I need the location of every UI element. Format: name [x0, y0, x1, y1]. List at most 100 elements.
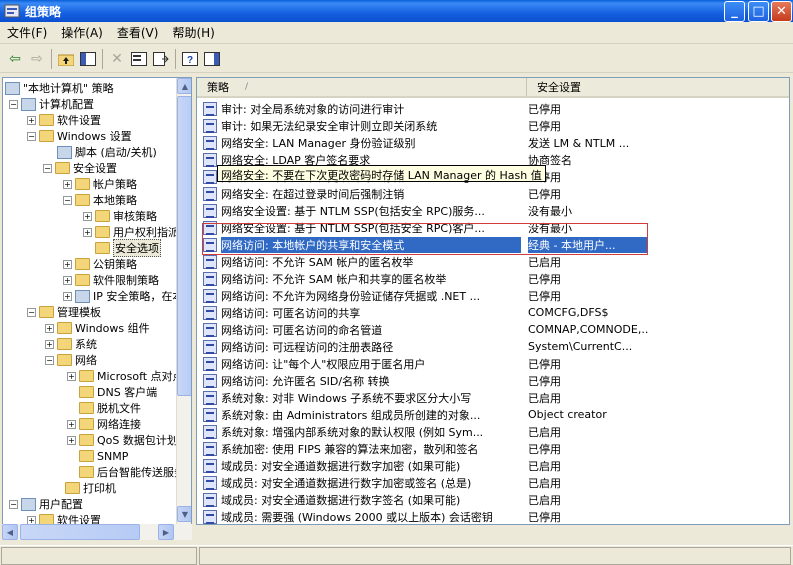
menu-help[interactable]: 帮助(H)	[165, 24, 221, 41]
tree-item[interactable]: − 管理模板	[27, 304, 101, 320]
expand-icon[interactable]: +	[27, 515, 36, 524]
menu-action[interactable]: 操作(A)	[54, 24, 110, 41]
scroll-thumb[interactable]	[20, 524, 140, 540]
scroll-thumb[interactable]	[177, 96, 191, 396]
console-tree[interactable]: "本地计算机" 策略 − 计算机配置 + 软件设置 − Windows 设置 脚…	[2, 77, 192, 525]
tree-item[interactable]: "本地计算机" 策略	[5, 80, 114, 96]
tree-item[interactable]: − 用户配置	[9, 496, 83, 512]
back-icon[interactable]: ⇦	[4, 48, 26, 70]
table-row[interactable]: 网络访问: 不允许 SAM 帐户的匿名枚举 已启用	[197, 253, 789, 270]
scroll-right-icon[interactable]: ▶	[158, 524, 174, 540]
expand-icon[interactable]: +	[83, 211, 92, 221]
collapse-icon[interactable]: −	[45, 355, 54, 365]
up-folder-icon[interactable]	[55, 48, 77, 70]
table-row[interactable]: 网络安全设置: 基于 NTLM SSP(包括安全 RPC)服务... 没有最小	[197, 202, 789, 219]
table-row[interactable]: 域成员: 对安全通道数据进行数字加密 (如果可能) 已启用	[197, 457, 789, 474]
column-header-setting[interactable]: 安全设置	[527, 78, 789, 96]
table-row[interactable]: 系统对象: 增强内部系统对象的默认权限 (例如 Sym... 已启用	[197, 423, 789, 440]
policy-setting: 已停用	[528, 357, 561, 371]
tree-item[interactable]: 脱机文件	[79, 400, 141, 416]
table-row[interactable]: 网络访问: 不允许 SAM 帐户和共享的匿名枚举 已停用	[197, 270, 789, 287]
table-row[interactable]: 网络访问: 可匿名访问的共享 COMCFG,DFS$	[197, 304, 789, 321]
tree-item[interactable]: + Microsoft 点对点网络服务	[67, 368, 177, 384]
tree-item[interactable]: + 网络连接	[67, 416, 141, 432]
tree-item[interactable]: DNS 客户端	[79, 384, 157, 400]
tree-item[interactable]: + Windows 组件	[45, 320, 150, 336]
tree-item[interactable]: 后台智能传送服务	[79, 464, 177, 480]
tree-item[interactable]: + 公钥策略	[63, 256, 137, 272]
expand-icon[interactable]: +	[67, 435, 76, 445]
tree-item[interactable]: − 安全设置	[43, 160, 117, 176]
properties-icon[interactable]	[128, 48, 150, 70]
tree-item[interactable]: − 本地策略	[63, 192, 137, 208]
table-row[interactable]: 网络安全: 在超过登录时间后强制注销 已停用	[197, 185, 789, 202]
tree-vertical-scrollbar[interactable]: ▲ ▼	[176, 78, 191, 524]
tree-item[interactable]: − 计算机配置	[9, 96, 94, 112]
collapse-icon[interactable]: −	[27, 131, 36, 141]
forward-icon[interactable]: ⇨	[26, 48, 48, 70]
collapse-icon[interactable]: −	[9, 99, 18, 109]
table-row[interactable]: 网络安全: LAN Manager 身份验证级别 发送 LM & NTLM ...	[197, 134, 789, 151]
table-row[interactable]: 网络访问: 可远程访问的注册表路径 System\CurrentC...	[197, 338, 789, 355]
maximize-button[interactable]: □	[748, 1, 769, 22]
scroll-down-icon[interactable]: ▼	[177, 506, 191, 522]
table-row[interactable]: 网络访问: 可匿名访问的命名管道 COMNAP,COMNODE,...	[197, 321, 789, 338]
collapse-icon[interactable]: −	[43, 163, 52, 173]
tree-item[interactable]: + 用户权利指派	[83, 224, 177, 240]
policy-list-pane[interactable]: 策略 / 安全设置 审计: 对全局系统对象的访问进行审计 已停用 审计: 如果无法纪…	[196, 77, 790, 525]
table-row[interactable]: 系统对象: 对非 Windows 子系统不要求区分大小写 已启用	[197, 389, 789, 406]
table-row[interactable]: 网络访问: 不允许为网络身份验证储存凭据或 .NET ... 已停用	[197, 287, 789, 304]
show-hide-action-pane-icon[interactable]	[201, 48, 223, 70]
show-hide-tree-icon[interactable]	[77, 48, 99, 70]
minimize-button[interactable]: _	[724, 1, 745, 22]
scroll-up-icon[interactable]: ▲	[177, 78, 191, 94]
scroll-left-icon[interactable]: ◀	[2, 524, 18, 540]
export-list-icon[interactable]	[150, 48, 172, 70]
tree-item[interactable]: + 系统	[45, 336, 97, 352]
tree-item[interactable]: + QoS 数据包计划程序	[67, 432, 177, 448]
collapse-icon[interactable]: −	[9, 499, 18, 509]
tree-item[interactable]: 脚本 (启动/关机)	[57, 144, 157, 160]
delete-icon[interactable]: ✕	[106, 48, 128, 70]
tree-item[interactable]: + 软件限制策略	[63, 272, 159, 288]
table-row[interactable]: 域成员: 对安全通道数据进行数字加密或签名 (总是) 已启用	[197, 474, 789, 491]
table-row[interactable]: 域成员: 对安全通道数据进行数字签名 (如果可能) 已启用	[197, 491, 789, 508]
tree-horizontal-scrollbar[interactable]: ◀ ▶	[2, 524, 192, 540]
tree-item[interactable]: + 帐户策略	[63, 176, 137, 192]
expand-icon[interactable]: +	[83, 227, 92, 237]
tree-item[interactable]: 打印机	[65, 480, 116, 496]
column-header-policy[interactable]: 策略 /	[197, 78, 527, 96]
table-row[interactable]: 网络访问: 允许匿名 SID/名称 转换 已停用	[197, 372, 789, 389]
title-bar[interactable]: 组策略 _ □ ✕	[0, 0, 793, 22]
tree-item[interactable]: + 软件设置	[27, 512, 101, 524]
expand-icon[interactable]: +	[67, 419, 76, 429]
help-icon[interactable]: ?	[179, 48, 201, 70]
close-button[interactable]: ✕	[771, 1, 792, 22]
table-row[interactable]: 网络访问: 让"每个人"权限应用于匿名用户 已停用	[197, 355, 789, 372]
expand-icon[interactable]: +	[63, 291, 72, 301]
table-row[interactable]: 系统加密: 使用 FIPS 兼容的算法来加密，散列和签名 已停用	[197, 440, 789, 457]
tree-item-security-options[interactable]: 安全选项	[95, 239, 161, 257]
expand-icon[interactable]: +	[45, 323, 54, 333]
expand-icon[interactable]: +	[63, 275, 72, 285]
collapse-icon[interactable]: −	[27, 307, 36, 317]
expand-icon[interactable]: +	[63, 179, 72, 189]
table-row[interactable]: 审计: 对全局系统对象的访问进行审计 已停用	[197, 100, 789, 117]
policy-setting: 已停用	[528, 289, 561, 303]
expand-icon[interactable]: +	[67, 371, 76, 381]
collapse-icon[interactable]: −	[63, 195, 72, 205]
expand-icon[interactable]: +	[27, 115, 36, 125]
menu-file[interactable]: 文件(F)	[0, 24, 54, 41]
tree-item[interactable]: + 软件设置	[27, 112, 101, 128]
tree-item[interactable]: + IP 安全策略，在本地计算机	[63, 288, 177, 304]
table-row[interactable]: 系统对象: 由 Administrators 组成员所创建的对象... Objec…	[197, 406, 789, 423]
table-row[interactable]: 审计: 如果无法纪录安全审计则立即关闭系统 已停用	[197, 117, 789, 134]
expand-icon[interactable]: +	[63, 259, 72, 269]
tree-item[interactable]: + 审核策略	[83, 208, 157, 224]
tree-item[interactable]: − Windows 设置	[27, 128, 132, 144]
table-row[interactable]: 域成员: 需要强 (Windows 2000 或以上版本) 会话密钥 已停用	[197, 508, 789, 524]
tree-item[interactable]: SNMP	[79, 448, 128, 464]
tree-item[interactable]: − 网络	[45, 352, 97, 368]
menu-view[interactable]: 查看(V)	[110, 24, 166, 41]
expand-icon[interactable]: +	[45, 339, 54, 349]
